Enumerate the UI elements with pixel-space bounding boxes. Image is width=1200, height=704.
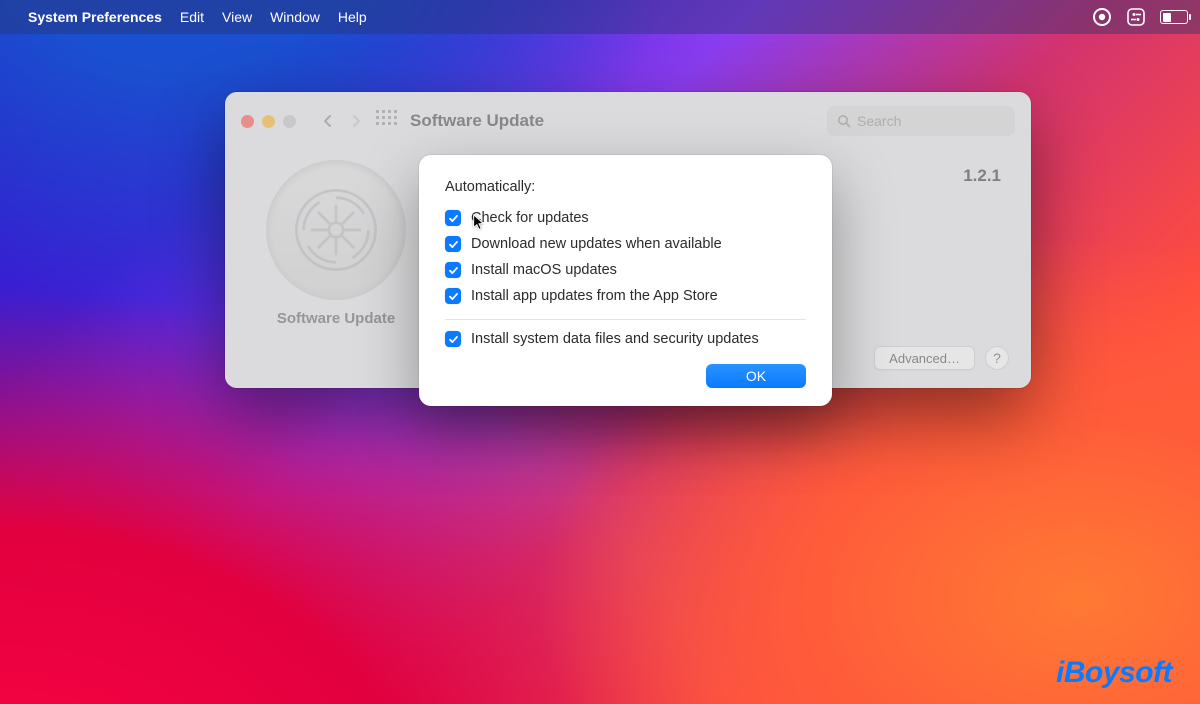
show-all-prefs-button[interactable] xyxy=(376,110,398,132)
watermark: iBoysoft xyxy=(1056,656,1172,690)
option-check-updates[interactable]: Check for updates xyxy=(445,205,806,231)
window-title: Software Update xyxy=(410,111,827,131)
control-center-icon[interactable] xyxy=(1126,7,1146,27)
menu-edit[interactable]: Edit xyxy=(180,9,204,25)
checkbox-icon xyxy=(445,288,461,304)
menubar: System Preferences Edit View Window Help xyxy=(0,0,1200,34)
menu-window[interactable]: Window xyxy=(270,9,320,25)
search-placeholder: Search xyxy=(857,113,901,129)
ok-button[interactable]: OK xyxy=(706,364,806,388)
search-field[interactable]: Search xyxy=(827,106,1015,136)
zoom-window-button[interactable] xyxy=(283,115,296,128)
advanced-button[interactable]: Advanced… xyxy=(874,346,975,370)
window-toolbar: Software Update Search xyxy=(225,92,1031,150)
option-label: Download new updates when available xyxy=(471,236,722,252)
forward-button[interactable] xyxy=(342,107,370,135)
checkbox-icon xyxy=(445,262,461,278)
option-label: Install system data files and security u… xyxy=(471,331,759,347)
option-download-updates[interactable]: Download new updates when available xyxy=(445,231,806,257)
minimize-window-button[interactable] xyxy=(262,115,275,128)
record-status-icon[interactable] xyxy=(1092,7,1112,27)
close-window-button[interactable] xyxy=(241,115,254,128)
checkbox-icon xyxy=(445,331,461,347)
option-label: Install app updates from the App Store xyxy=(471,288,718,304)
sheet-heading: Automatically: xyxy=(445,179,806,195)
menu-view[interactable]: View xyxy=(222,9,252,25)
option-install-macos[interactable]: Install macOS updates xyxy=(445,257,806,283)
mouse-cursor-icon xyxy=(472,214,488,237)
menu-help[interactable]: Help xyxy=(338,9,367,25)
option-install-app-updates[interactable]: Install app updates from the App Store xyxy=(445,283,806,309)
battery-status-icon[interactable] xyxy=(1160,10,1188,24)
option-label: Check for updates xyxy=(471,210,589,226)
option-install-security[interactable]: Install system data files and security u… xyxy=(445,326,806,352)
checkbox-icon xyxy=(445,236,461,252)
advanced-options-sheet: Automatically: Check for updates Downloa… xyxy=(419,155,832,406)
back-button[interactable] xyxy=(314,107,342,135)
software-update-icon xyxy=(266,160,406,300)
checkbox-icon xyxy=(445,210,461,226)
desktop: System Preferences Edit View Window Help xyxy=(0,0,1200,704)
app-menu-title[interactable]: System Preferences xyxy=(28,9,162,25)
option-label: Install macOS updates xyxy=(471,262,617,278)
divider xyxy=(445,319,806,320)
help-button[interactable]: ? xyxy=(985,346,1009,370)
search-icon xyxy=(837,114,851,128)
pane-label: Software Update xyxy=(251,310,421,327)
